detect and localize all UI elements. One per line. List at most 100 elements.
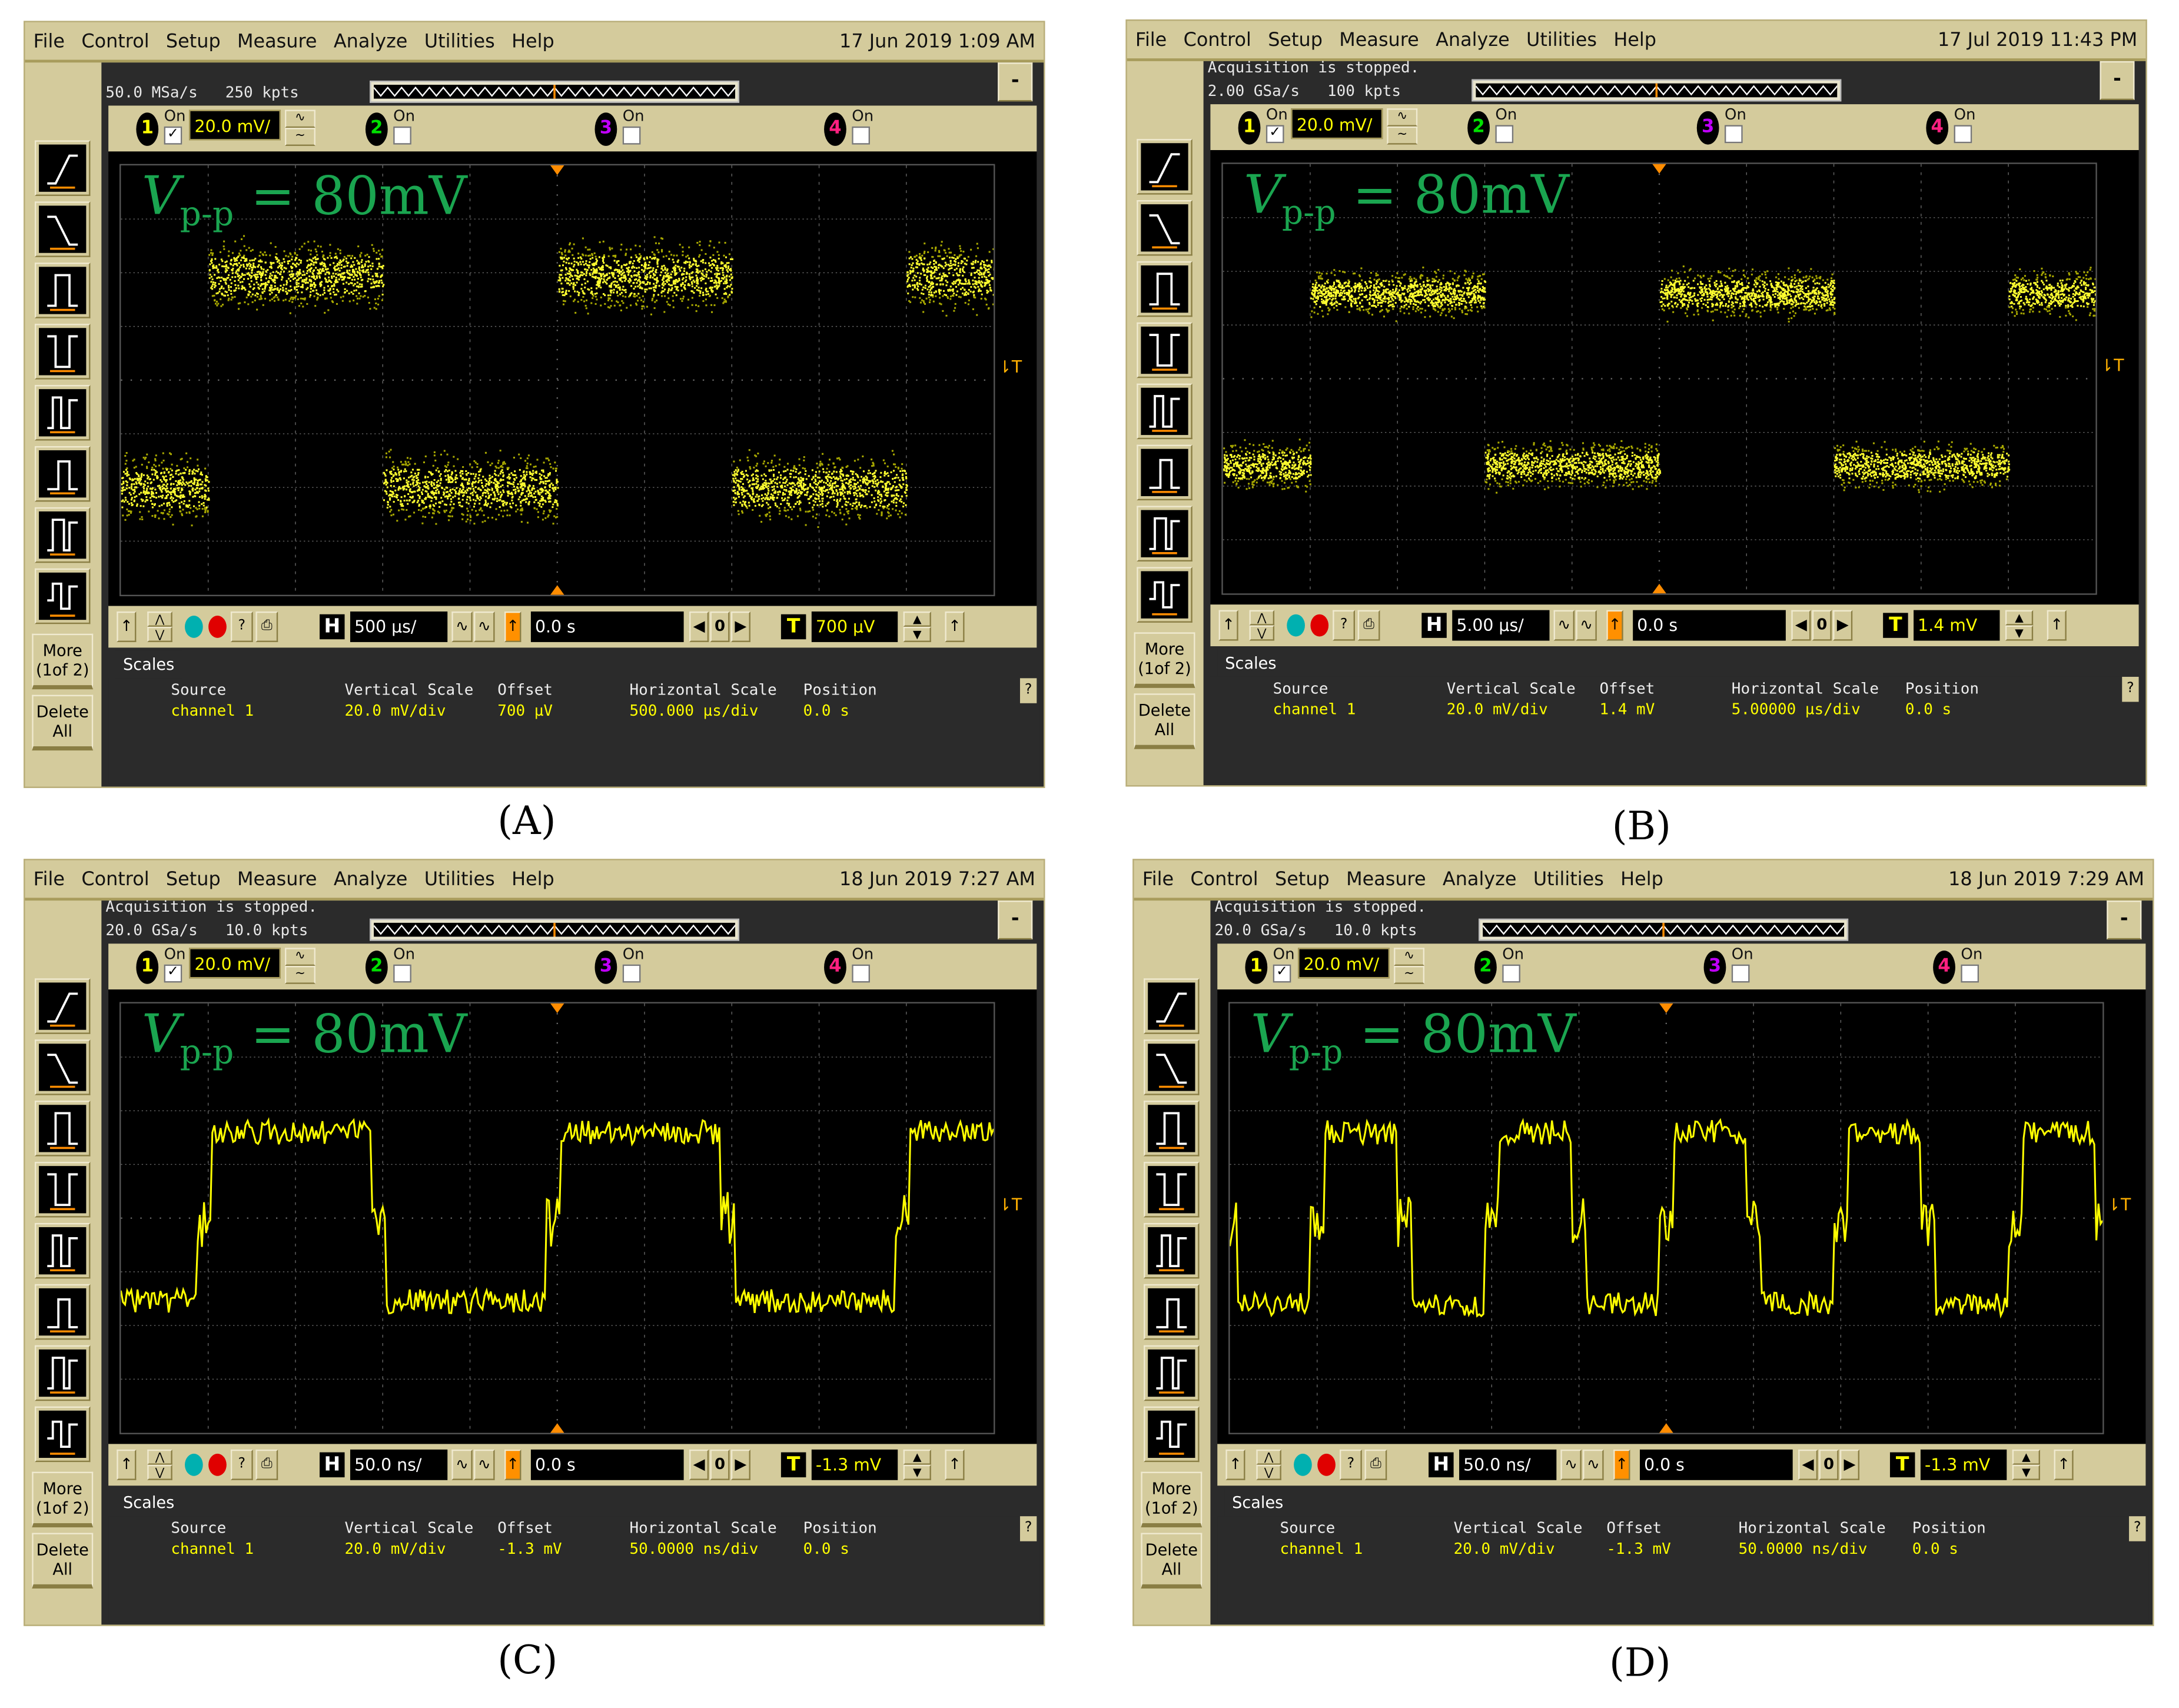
- trace-sample: [576, 291, 579, 293]
- trace-sample: [718, 277, 720, 280]
- trace-sample: [290, 285, 292, 288]
- trace-sample: [527, 503, 530, 506]
- trace-sample: [424, 516, 427, 518]
- trace-sample: [792, 489, 794, 491]
- minimize-button[interactable]: -: [998, 62, 1033, 102]
- trace-sample: [304, 297, 306, 300]
- menu-utilities[interactable]: Utilities: [416, 30, 503, 52]
- trace-sample: [949, 260, 952, 262]
- trace-sample: [737, 468, 740, 471]
- trace-sample: [502, 478, 504, 481]
- channel-2-button[interactable]: 2: [365, 112, 388, 146]
- trace-sample: [400, 504, 403, 507]
- channel-4-on-checkbox[interactable]: [852, 126, 870, 145]
- trace-sample: [617, 264, 620, 267]
- trace-sample: [690, 290, 693, 293]
- trace-sample: [663, 311, 666, 313]
- menu-file[interactable]: File: [25, 30, 73, 52]
- channel-2-on-checkbox[interactable]: [393, 126, 411, 145]
- trace-sample: [166, 504, 168, 507]
- trace-sample: [223, 248, 225, 250]
- trace-sample: [821, 479, 823, 482]
- menu-measure[interactable]: Measure: [229, 30, 325, 52]
- menu-analyze[interactable]: Analyze: [325, 30, 416, 52]
- trace-sample: [330, 297, 332, 299]
- trace-sample: [435, 469, 437, 471]
- trace-sample: [705, 282, 707, 284]
- waveform-display[interactable]: Vp-p = 80mV ⇂T: [108, 151, 1037, 606]
- trace-sample: [639, 245, 641, 247]
- trace-sample: [460, 490, 463, 492]
- trace-sample: [469, 499, 471, 501]
- waveform-overview[interactable]: [370, 80, 740, 103]
- trace-sample: [178, 483, 181, 486]
- falling-edge-trigger-button[interactable]: [35, 201, 91, 257]
- trace-sample: [939, 284, 942, 286]
- trace-sample: [386, 486, 388, 489]
- channel-4-button[interactable]: 4: [824, 112, 846, 146]
- channel-3-button[interactable]: 3: [594, 112, 617, 146]
- trace-sample: [832, 496, 835, 498]
- trace-sample: [509, 483, 511, 485]
- trace-sample: [327, 290, 330, 292]
- trace-sample: [371, 275, 374, 278]
- trace-sample: [502, 475, 504, 477]
- pulse-width-trigger-button[interactable]: [35, 262, 91, 318]
- channel-3-on-checkbox[interactable]: [622, 126, 641, 145]
- trace-sample: [333, 291, 335, 294]
- delete-all-button[interactable]: Delete All: [32, 695, 94, 751]
- setup-hold-trigger-button[interactable]: [35, 507, 91, 563]
- trace-sample: [972, 261, 975, 263]
- trace-sample: [673, 261, 675, 264]
- trace-sample: [542, 519, 544, 521]
- trace-sample: [187, 483, 189, 485]
- trace-sample: [809, 510, 811, 513]
- trace-sample: [741, 504, 743, 507]
- state-trigger-button[interactable]: [35, 446, 91, 502]
- trace-sample: [343, 255, 346, 258]
- trace-sample: [893, 470, 895, 472]
- trace-sample: [874, 480, 877, 483]
- trace-sample: [353, 275, 355, 278]
- trace-sample: [508, 477, 510, 480]
- trace-sample: [181, 476, 183, 478]
- pattern-trigger-button[interactable]: [35, 385, 91, 441]
- menu-setup[interactable]: Setup: [158, 30, 229, 52]
- trace-sample: [639, 276, 642, 278]
- trace-sample: [375, 285, 377, 287]
- rising-edge-trigger-button[interactable]: [35, 140, 91, 196]
- glitch-trigger-button[interactable]: [35, 568, 91, 624]
- trace-sample: [385, 484, 387, 486]
- trace-sample: [630, 248, 632, 251]
- pulse-width-negative-trigger-button[interactable]: [35, 324, 91, 380]
- channel-1-on-checkbox[interactable]: ✓: [164, 126, 182, 145]
- trigger-sidebar: More (1of 2) Delete All: [25, 62, 101, 786]
- trace-sample: [509, 506, 511, 508]
- menu-control[interactable]: Control: [73, 30, 158, 52]
- channel-1-scale-down[interactable]: ~: [285, 128, 315, 146]
- trace-sample: [466, 501, 468, 504]
- trace-sample: [307, 249, 310, 251]
- trace-sample: [389, 506, 391, 508]
- trace-sample: [230, 286, 232, 288]
- channel-1-scale-field[interactable]: 20.0 mV/: [189, 109, 281, 141]
- trace-sample: [270, 277, 273, 280]
- trace-sample: [852, 478, 854, 481]
- channel-1-button[interactable]: 1: [136, 112, 159, 146]
- trace-sample: [409, 515, 411, 517]
- trace-sample: [866, 493, 868, 496]
- trace-sample: [280, 267, 282, 270]
- trace-sample: [367, 280, 369, 283]
- trace-sample: [300, 286, 303, 288]
- channel-1-scale-up[interactable]: ∿: [285, 109, 315, 128]
- trace-sample: [951, 267, 953, 269]
- trace-sample: [637, 293, 640, 295]
- trace-sample: [270, 242, 272, 244]
- trace-sample: [839, 512, 842, 514]
- trace-sample: [839, 500, 841, 502]
- trace-sample: [624, 280, 626, 282]
- menu-help[interactable]: Help: [503, 30, 563, 52]
- more-button[interactable]: More (1of 2): [32, 633, 94, 690]
- trace-sample: [751, 483, 753, 486]
- trace-sample: [417, 489, 420, 491]
